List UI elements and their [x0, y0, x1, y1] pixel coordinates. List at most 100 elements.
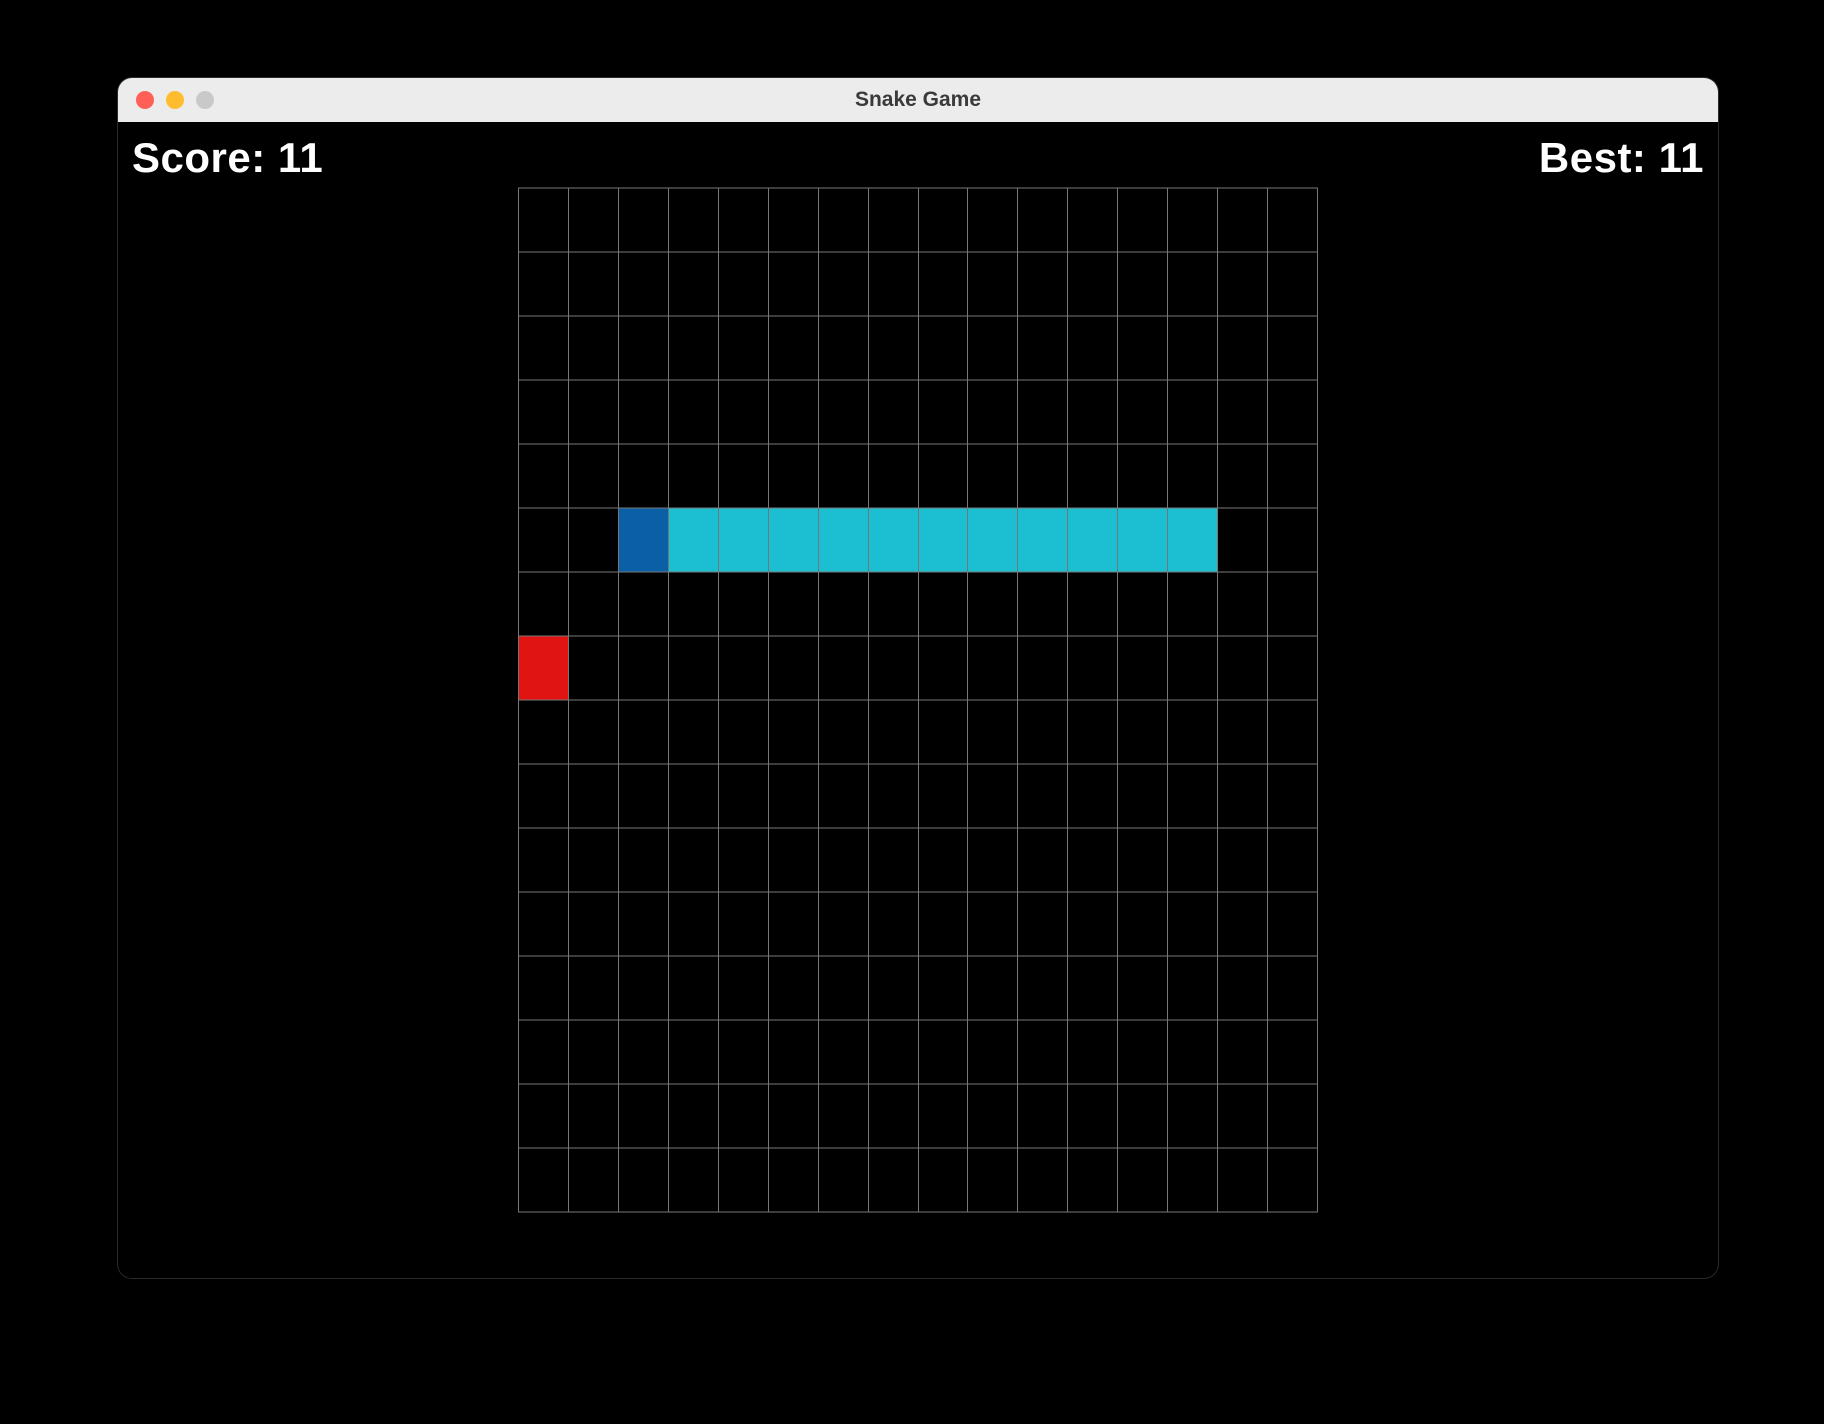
snake-body [1118, 508, 1168, 572]
grid-cell [1168, 572, 1218, 636]
grid-cell [868, 316, 918, 380]
close-icon[interactable] [136, 91, 154, 109]
grid-cell [918, 444, 968, 508]
grid-cell [1018, 1020, 1068, 1084]
grid-cell [568, 700, 618, 764]
grid-cell [968, 956, 1018, 1020]
grid-cell [1018, 1084, 1068, 1148]
grid-cell [718, 1084, 768, 1148]
grid-cell [1068, 636, 1118, 700]
grid-cell [1168, 444, 1218, 508]
grid-cell [568, 636, 618, 700]
grid-cell [668, 764, 718, 828]
grid-cell [868, 1148, 918, 1212]
grid-cell [968, 1148, 1018, 1212]
grid-cell [1068, 700, 1118, 764]
grid-cell [668, 892, 718, 956]
grid-cell [868, 444, 918, 508]
food [519, 636, 569, 700]
grid-cell [568, 316, 618, 380]
grid-cell [618, 444, 668, 508]
grid-cell [718, 444, 768, 508]
grid-cell [718, 1148, 768, 1212]
grid-cell [1118, 1148, 1168, 1212]
grid-cell [1068, 252, 1118, 316]
grid-cell [718, 380, 768, 444]
grid-cell [1118, 188, 1168, 252]
grid-cell [519, 1084, 569, 1148]
grid-cell [519, 764, 569, 828]
grid-cell [1268, 764, 1318, 828]
grid-cell [1218, 1020, 1268, 1084]
game-board[interactable] [518, 188, 1318, 1213]
grid-cell [1218, 252, 1268, 316]
grid-cell [918, 252, 968, 316]
best-label: Best: [1539, 134, 1647, 181]
snake-body [1018, 508, 1068, 572]
grid-cell [1218, 700, 1268, 764]
grid-cell [918, 636, 968, 700]
snake-body [818, 508, 868, 572]
grid-cell [868, 1084, 918, 1148]
grid-cell [718, 764, 768, 828]
grid-cell [768, 636, 818, 700]
grid-cell [519, 1148, 569, 1212]
grid-cell [718, 636, 768, 700]
grid-cell [918, 316, 968, 380]
grid-cell [818, 444, 868, 508]
grid-cell [968, 764, 1018, 828]
grid-cell [1168, 316, 1218, 380]
grid-cell [918, 892, 968, 956]
grid-cell [1268, 316, 1318, 380]
grid-cell [868, 764, 918, 828]
grid-cell [568, 380, 618, 444]
grid-cell [868, 828, 918, 892]
grid-cell [668, 956, 718, 1020]
grid-cell [618, 636, 668, 700]
grid-cell [1068, 1084, 1118, 1148]
grid-cell [519, 700, 569, 764]
grid-cell [1018, 252, 1068, 316]
grid-cell [1168, 636, 1218, 700]
grid-cell [1068, 188, 1118, 252]
snake-body [768, 508, 818, 572]
grid-cell [568, 572, 618, 636]
grid-cell [1168, 892, 1218, 956]
grid-cell [818, 252, 868, 316]
grid-cell [1168, 188, 1218, 252]
grid-cell [668, 572, 718, 636]
grid-cell [768, 444, 818, 508]
grid-cell [1218, 828, 1268, 892]
snake-body [1068, 508, 1118, 572]
grid-cell [1218, 380, 1268, 444]
grid-cell [1068, 572, 1118, 636]
grid-cell [868, 188, 918, 252]
grid-cell [918, 828, 968, 892]
grid-cell [868, 1020, 918, 1084]
titlebar: Snake Game [118, 78, 1718, 122]
grid-cell [818, 892, 868, 956]
window-controls [136, 91, 214, 109]
grid-cell [1218, 444, 1268, 508]
snake-head [618, 508, 668, 572]
grid-cell [668, 1148, 718, 1212]
grid-cell [1268, 636, 1318, 700]
snake-body [968, 508, 1018, 572]
grid-cell [618, 572, 668, 636]
grid-cell [1118, 700, 1168, 764]
grid-cell [568, 1020, 618, 1084]
minimize-icon[interactable] [166, 91, 184, 109]
grid-cell [918, 1020, 968, 1084]
grid-cell [1218, 1148, 1268, 1212]
grid-cell [868, 956, 918, 1020]
grid-cell [1118, 828, 1168, 892]
grid-cell [818, 828, 868, 892]
game-area[interactable]: Score: 11 Best: 11 [118, 122, 1718, 1278]
zoom-icon[interactable] [196, 91, 214, 109]
grid-cell [1218, 1084, 1268, 1148]
grid-cell [1268, 828, 1318, 892]
grid-cell [1118, 956, 1168, 1020]
grid-cell [1268, 572, 1318, 636]
grid-cell [1268, 508, 1318, 572]
snake-body [668, 508, 718, 572]
